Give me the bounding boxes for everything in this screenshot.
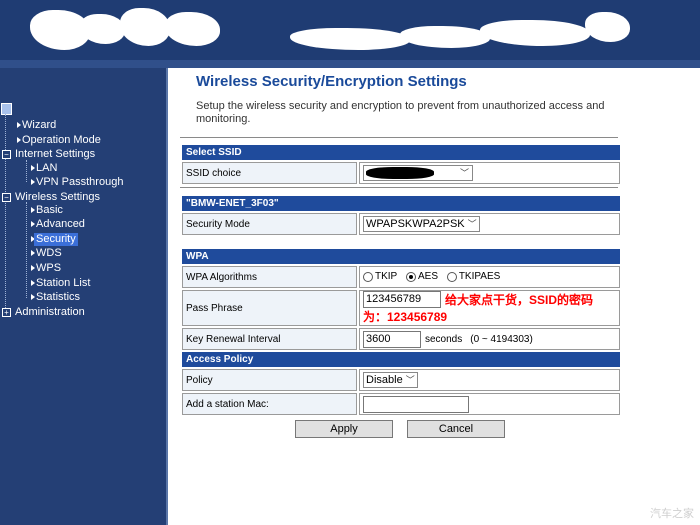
arrow-icon [31,165,35,171]
ssid-choice-label: SSID choice [182,162,357,184]
page-description: Setup the wireless security and encrypti… [196,100,605,125]
expand-icon[interactable]: + [2,308,11,317]
key-renewal-input[interactable]: 3600 [363,330,421,348]
security-mode-label: Security Mode [182,213,357,235]
sidebar-item-administration[interactable]: Administration [15,306,85,319]
sidebar-item-basic[interactable]: Basic [36,204,63,217]
policy-value: Disable [366,374,403,386]
watermark-text: 汽车之家 [650,508,694,520]
collapse-icon[interactable]: − [2,193,11,202]
sidebar-item-internet-settings[interactable]: Internet Settings [15,148,95,161]
aes-label: AES [418,271,439,283]
pass-phrase-cell: 123456789 给大家点干货，SSID的密码为：123456789 [359,290,620,326]
sidebar-item-wireless-settings[interactable]: Wireless Settings [15,191,100,204]
divider [180,137,618,138]
arrow-icon [31,221,35,227]
tkipaes-label: TKIPAES [458,271,501,283]
arrow-icon [31,280,35,286]
redacted-logo-scribble [290,28,410,50]
arrow-icon [17,122,21,128]
tree-line [26,202,27,298]
redacted-logo-scribble [165,12,220,46]
arrow-icon [31,265,35,271]
page-title: Wireless Security/Encryption Settings [196,73,467,90]
key-renewal-label: Key Renewal Interval [182,328,357,350]
divider [180,187,618,188]
wpa-table: WPA WPA Algorithms TKIP AES TKIPAES Pass… [180,247,622,417]
select-ssid-table: Select SSID SSID choice ﹀ [180,143,622,186]
tkip-radio[interactable] [363,271,373,282]
apply-button[interactable]: Apply [295,420,393,438]
renewal-range: (0 ~ 4194303) [470,333,533,345]
sidebar-item-advanced[interactable]: Advanced [36,218,85,231]
chevron-down-icon: ﹀ [459,168,469,178]
redacted-logo-scribble [120,8,170,46]
redacted-logo-scribble [480,20,590,46]
security-mode-value: WPAPSKWPA2PSK [366,218,465,230]
policy-label: Policy [182,369,357,391]
sidebar-item-operation-mode[interactable]: Operation Mode [22,134,101,147]
wpa-algorithms-label: WPA Algorithms [182,266,357,288]
ssid-choice-select[interactable]: ﹀ [363,165,473,181]
sidebar-item-statistics[interactable]: Statistics [36,291,80,304]
cancel-button[interactable]: Cancel [407,420,505,438]
sidebar-item-station-list[interactable]: Station List [36,277,90,290]
tkipaes-radio[interactable] [446,271,457,282]
policy-cell: Disable ﹀ [359,369,620,391]
arrow-icon [17,137,21,143]
arrow-icon [31,207,35,213]
tree-line [5,114,6,312]
section-header: WPA [182,249,620,264]
arrow-icon [31,179,35,185]
sidebar-item-vpn-passthrough[interactable]: VPN Passthrough [36,176,123,189]
policy-select[interactable]: Disable ﹀ [363,372,418,388]
security-mode-cell: WPAPSKWPA2PSK ﹀ [359,213,620,235]
redacted-ssid [366,167,434,180]
sidebar-item-wds[interactable]: WDS [36,247,62,260]
redacted-logo-scribble [585,12,630,42]
chevron-down-icon: ﹀ [405,375,415,385]
section-header: Access Policy [182,352,620,367]
sidebar-item-wizard[interactable]: Wizard [22,119,56,132]
header-banner [0,0,700,68]
pass-phrase-label: Pass Phrase [182,290,357,326]
add-station-mac-cell [359,393,620,415]
add-station-mac-input[interactable] [363,395,469,413]
arrow-icon [31,250,35,256]
add-station-mac-label: Add a station Mac: [182,393,357,415]
redacted-logo-scribble [400,26,490,48]
sidebar-item-lan[interactable]: LAN [36,162,57,175]
main-content: Wireless Security/Encryption Settings Se… [168,68,700,525]
tkip-label: TKIP [375,271,398,283]
header-stripe [0,60,700,68]
section-header: "BMW-ENET_3F03" [182,196,620,211]
pass-phrase-input[interactable]: 123456789 [363,291,441,308]
computer-icon [1,103,12,115]
section-header: Select SSID [182,145,620,160]
security-mode-select[interactable]: WPAPSKWPA2PSK ﹀ [363,216,480,232]
tree-line [26,160,27,182]
arrow-icon [31,294,35,300]
ssid-security-table: "BMW-ENET_3F03" Security Mode WPAPSKWPA2… [180,194,622,237]
chevron-down-icon: ﹀ [467,219,477,229]
collapse-icon[interactable]: − [2,150,11,159]
ssid-choice-cell: ﹀ [359,162,620,184]
aes-radio[interactable] [406,271,417,282]
sidebar-item-wps[interactable]: WPS [36,262,61,275]
key-renewal-cell: 3600 seconds (0 ~ 4194303) [359,328,620,350]
seconds-unit: seconds [425,333,463,345]
wpa-algorithms-cell: TKIP AES TKIPAES [359,266,620,288]
sidebar-item-security[interactable]: Security [34,233,78,246]
